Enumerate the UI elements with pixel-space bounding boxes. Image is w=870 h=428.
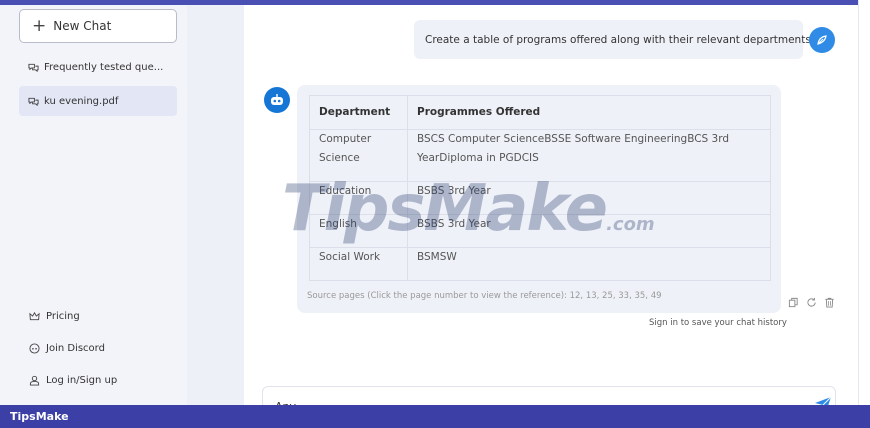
table-cell: BSCS Computer ScienceBSSE Software Engin…: [407, 129, 771, 182]
robot-icon: [271, 94, 283, 105]
user-icon: [29, 375, 40, 386]
message-actions: [788, 297, 835, 308]
refresh-icon[interactable]: [806, 297, 817, 308]
table-header-row: Department Programmes Offered: [309, 95, 771, 130]
user-message-text: Create a table of programs offered along…: [425, 33, 815, 46]
table-cell: BSBS 3rd Year: [407, 181, 771, 215]
footer-brand: TipsMake: [10, 410, 69, 423]
login-signup-label: Log in/Sign up: [46, 375, 118, 386]
pricing-link[interactable]: Pricing: [29, 311, 80, 322]
join-discord-label: Join Discord: [46, 343, 105, 354]
sidebar-item-ku-evening[interactable]: ku evening.pdf: [19, 86, 177, 116]
bot-avatar: [264, 87, 290, 113]
table-row: Education BSBS 3rd Year: [309, 181, 771, 215]
sign-in-note[interactable]: Sign in to save your chat history: [649, 318, 787, 328]
new-chat-label: New Chat: [53, 19, 112, 33]
discord-icon: [29, 343, 40, 354]
table-header-department: Department: [309, 95, 408, 130]
user-avatar: [809, 27, 835, 53]
sidebar-item-label: Frequently tested que...: [44, 61, 164, 73]
user-message-bubble: Create a table of programs offered along…: [414, 20, 814, 59]
join-discord-link[interactable]: Join Discord: [29, 343, 105, 354]
table-cell: Social Work: [309, 247, 408, 281]
table-cell: English: [309, 214, 408, 248]
table-row: Computer Science BSCS Computer ScienceBS…: [309, 129, 771, 182]
sidebar-strip: [187, 5, 244, 405]
pricing-label: Pricing: [46, 311, 80, 322]
sidebar-item-label: ku evening.pdf: [44, 95, 119, 107]
feather-icon: [817, 35, 827, 45]
programs-table: Department Programmes Offered Computer S…: [309, 95, 771, 281]
footer-bar: TipsMake: [0, 405, 870, 428]
copy-icon[interactable]: [788, 297, 799, 308]
scroll-gutter: [858, 0, 870, 405]
plus-icon: +: [32, 15, 47, 36]
chat-bubbles-icon: [28, 97, 39, 106]
sidebar-item-frequently-tested[interactable]: Frequently tested que...: [19, 52, 177, 82]
table-cell: Computer Science: [309, 129, 408, 182]
new-chat-button[interactable]: + New Chat: [19, 9, 177, 43]
table-header-programmes: Programmes Offered: [407, 95, 771, 130]
table-cell: Education: [309, 181, 408, 215]
table-row: Social Work BSMSW: [309, 247, 771, 281]
source-pages-line[interactable]: Source pages (Click the page number to v…: [307, 291, 662, 301]
table-cell: BSMSW: [407, 247, 771, 281]
login-signup-link[interactable]: Log in/Sign up: [29, 375, 117, 386]
table-cell: BSBS 3rd Year: [407, 214, 771, 248]
chat-bubbles-icon: [28, 63, 39, 72]
trash-icon[interactable]: [824, 297, 835, 308]
table-row: English BSBS 3rd Year: [309, 214, 771, 248]
crown-icon: [29, 311, 40, 321]
